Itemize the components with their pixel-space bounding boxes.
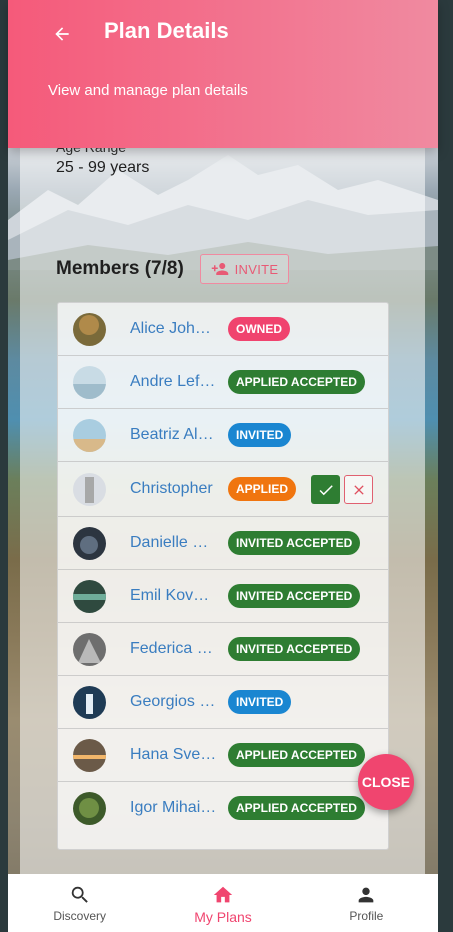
member-row[interactable]: Christopher APPLIED — [58, 462, 388, 517]
reject-button[interactable] — [344, 475, 373, 504]
member-row[interactable]: Federica Rossi INVITED ACCEPTED — [58, 623, 388, 676]
status-badge: APPLIED ACCEPTED — [228, 370, 365, 394]
home-icon — [213, 886, 233, 903]
member-row[interactable]: Beatriz Alves INVITED — [58, 409, 388, 462]
member-name[interactable]: Igor Mihailov — [130, 799, 218, 817]
member-name[interactable]: Alice Johnson — [130, 320, 218, 338]
person-add-icon — [211, 263, 228, 275]
status-badge: APPLIED — [228, 477, 297, 501]
member-row[interactable]: Georgios Papadopoulos INVITED — [58, 676, 388, 729]
avatar — [73, 527, 106, 560]
members-heading: Members (7/8) — [56, 258, 184, 279]
status-badge: INVITED ACCEPTED — [228, 637, 361, 661]
member-name[interactable]: Beatriz Alves — [130, 426, 218, 444]
search-icon — [71, 886, 88, 903]
right-edge — [438, 0, 453, 932]
invite-button[interactable]: INVITE — [200, 254, 289, 284]
member-name[interactable]: Danielle Moreau — [130, 534, 218, 552]
members-list: Alice Johnson OWNED Andre Lefevre APPLIE… — [57, 302, 389, 850]
arrow-left-icon — [55, 27, 69, 41]
status-badge: INVITED ACCEPTED — [228, 531, 361, 555]
avatar — [73, 633, 106, 666]
member-row[interactable]: Hana Svensson APPLIED ACCEPTED — [58, 729, 388, 782]
nav-discovery-label: Discovery — [53, 909, 106, 923]
member-row[interactable]: Alice Johnson OWNED — [58, 303, 388, 356]
status-badge: APPLIED ACCEPTED — [228, 743, 365, 767]
person-icon — [358, 887, 374, 903]
back-button[interactable] — [48, 20, 76, 48]
member-name[interactable]: Federica Rossi — [130, 640, 218, 658]
member-name[interactable]: Emil Kovacs — [130, 587, 218, 605]
status-badge: INVITED ACCEPTED — [228, 584, 361, 608]
member-name[interactable]: Andre Lefevre — [130, 373, 218, 391]
accept-button[interactable] — [311, 475, 340, 504]
avatar — [73, 739, 106, 772]
invite-label: INVITE — [234, 261, 279, 277]
nav-discovery[interactable]: Discovery — [8, 874, 151, 932]
avatar — [73, 686, 106, 719]
left-edge — [0, 0, 8, 932]
status-badge: OWNED — [228, 317, 290, 341]
page-subtitle: View and manage plan details — [48, 82, 248, 99]
nav-my-plans[interactable]: My Plans — [151, 874, 294, 932]
member-row[interactable]: Igor Mihailov APPLIED ACCEPTED — [58, 782, 388, 835]
close-icon — [353, 484, 364, 495]
app-header: Plan Details View and manage plan detail… — [8, 0, 438, 148]
status-badge: APPLIED ACCEPTED — [228, 796, 365, 820]
member-name[interactable]: Hana Svensson — [130, 746, 218, 764]
close-button[interactable]: CLOSE — [358, 754, 414, 810]
age-range-value: 25 - 99 years — [56, 159, 150, 176]
member-row[interactable]: Danielle Moreau INVITED ACCEPTED — [58, 517, 388, 570]
avatar — [73, 792, 106, 825]
nav-profile[interactable]: Profile — [295, 874, 438, 932]
nav-my-plans-label: My Plans — [194, 909, 252, 925]
check-icon — [319, 484, 333, 495]
bottom-navigation: Discovery My Plans Profile — [8, 874, 438, 932]
page-title: Plan Details — [104, 18, 229, 43]
member-name[interactable]: Georgios Papadopoulos — [130, 693, 218, 711]
member-row[interactable]: Andre Lefevre APPLIED ACCEPTED — [58, 356, 388, 409]
avatar — [73, 473, 106, 506]
avatar — [73, 366, 106, 399]
status-badge: INVITED — [228, 423, 292, 447]
nav-profile-label: Profile — [349, 909, 384, 923]
avatar — [73, 419, 106, 452]
avatar — [73, 580, 106, 613]
status-badge: INVITED — [228, 690, 292, 714]
avatar — [73, 313, 106, 346]
member-row[interactable]: Emil Kovacs INVITED ACCEPTED — [58, 570, 388, 623]
member-name[interactable]: Christopher — [130, 480, 218, 498]
